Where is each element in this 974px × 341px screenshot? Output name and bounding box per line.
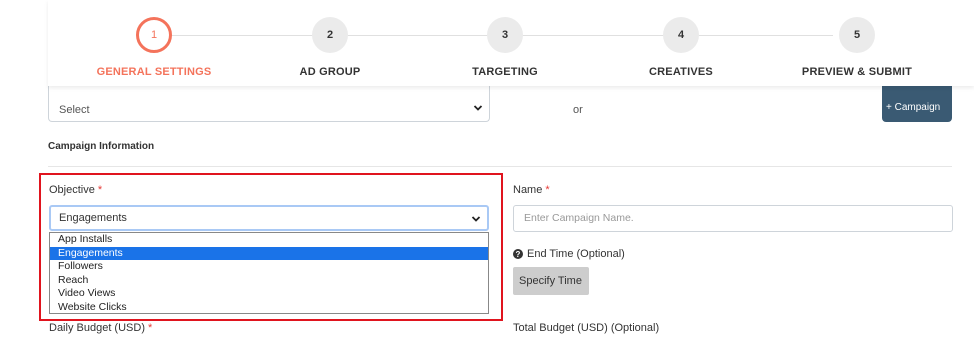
objective-select[interactable]: Engagements: [49, 205, 489, 231]
option-video-views[interactable]: Video Views: [50, 287, 488, 301]
option-website-clicks[interactable]: Website Clicks: [50, 301, 488, 315]
objective-label-text: Objective: [49, 184, 95, 196]
step-label: CREATIVES: [649, 66, 713, 78]
daily-budget-label-text: Daily Budget (USD): [49, 322, 145, 334]
wizard-stepper: 1 GENERAL SETTINGS 2 AD GROUP 3 TARGETIN…: [48, 0, 974, 86]
section-title: Campaign Information: [48, 141, 155, 152]
step-label: TARGETING: [472, 66, 538, 78]
objective-select-value: Engagements: [59, 212, 127, 224]
step-number: 3: [487, 17, 523, 53]
add-campaign-button[interactable]: + Campaign: [882, 86, 952, 122]
step-label: AD GROUP: [299, 66, 361, 78]
chevron-down-icon: [473, 105, 483, 111]
end-time-label: ? End Time (Optional): [513, 248, 625, 260]
or-label: or: [573, 104, 583, 116]
step-label: PREVIEW & SUBMIT: [801, 66, 913, 78]
step-ad-group[interactable]: 2 AD GROUP: [245, 17, 415, 78]
name-label-text: Name: [513, 184, 543, 196]
campaign-name-input[interactable]: Enter Campaign Name.: [513, 205, 953, 232]
required-mark: *: [148, 322, 153, 334]
step-preview-submit[interactable]: 5 PREVIEW & SUBMIT: [772, 17, 942, 78]
objective-label: Objective *: [49, 184, 102, 196]
option-engagements[interactable]: Engagements: [50, 246, 488, 260]
specify-time-button[interactable]: Specify Time: [513, 267, 589, 295]
total-budget-label: Total Budget (USD) (Optional): [513, 322, 660, 334]
step-number: 1: [136, 17, 172, 53]
section-divider: [48, 166, 952, 167]
step-targeting[interactable]: 3 TARGETING: [420, 17, 590, 78]
question-circle-icon[interactable]: ?: [513, 249, 523, 259]
option-reach[interactable]: Reach: [50, 274, 488, 288]
option-app-installs[interactable]: App Installs: [50, 233, 488, 247]
campaign-select[interactable]: Select: [48, 86, 490, 122]
step-general-settings[interactable]: 1 GENERAL SETTINGS: [69, 17, 239, 78]
chevron-down-icon: [471, 216, 481, 222]
required-mark: *: [545, 184, 550, 196]
campaign-select-value: Select: [59, 104, 90, 116]
step-label: GENERAL SETTINGS: [96, 66, 212, 78]
objective-dropdown-list: App Installs Engagements Followers Reach…: [49, 232, 489, 314]
step-creatives[interactable]: 4 CREATIVES: [596, 17, 766, 78]
required-mark: *: [97, 184, 103, 196]
step-number: 2: [312, 17, 348, 53]
name-label: Name *: [513, 184, 550, 196]
step-number: 4: [663, 17, 699, 53]
step-number: 5: [839, 17, 875, 53]
option-followers[interactable]: Followers: [50, 260, 488, 274]
daily-budget-label: Daily Budget (USD) *: [49, 322, 152, 334]
end-time-label-text: End Time (Optional): [527, 248, 625, 260]
